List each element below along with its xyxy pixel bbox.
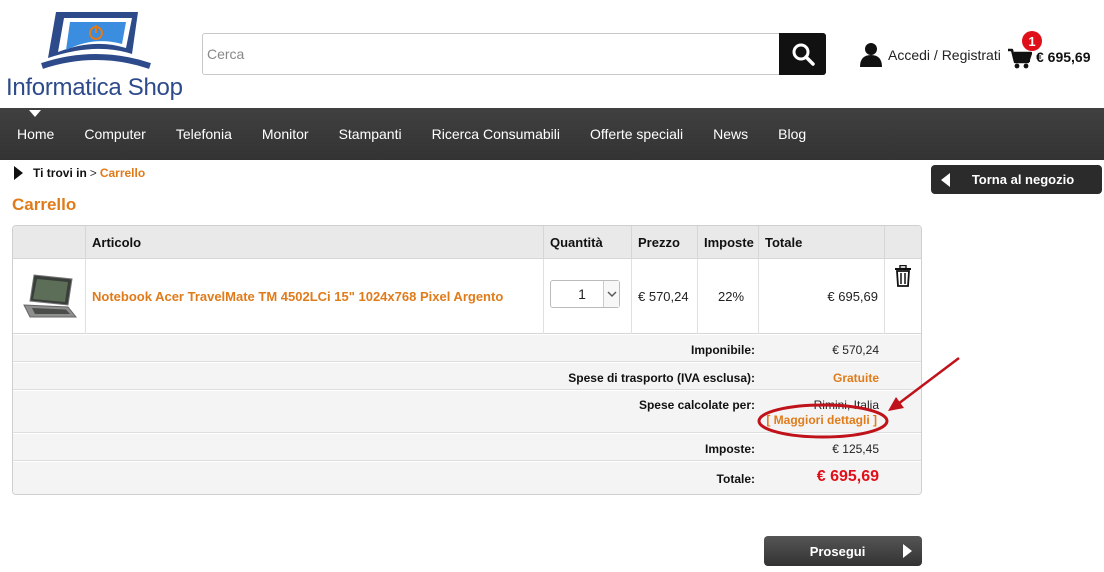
cart-table: Articolo Quantità Prezzo Imposte Totale … (12, 225, 922, 495)
user-icon (860, 43, 882, 67)
laptop-thumbnail (23, 273, 78, 317)
main-navigation: Home Computer Telefonia Monitor Stampant… (0, 108, 1104, 160)
header-thumb (13, 226, 86, 259)
taxable-label: Imponibile: (691, 343, 755, 357)
nav-item-blog[interactable]: Blog (763, 126, 821, 142)
proceed-label: Prosegui (809, 543, 866, 559)
breadcrumb: Ti trovi in > Carrello (14, 166, 145, 180)
summary-calc-row: Spese calcolate per: Rimini, Italia [ Ma… (13, 391, 921, 433)
quantity-cell: 1 (544, 259, 632, 334)
header-total: Totale (759, 226, 885, 259)
login-register-link[interactable]: Accedi / Registrati (860, 42, 1001, 68)
breadcrumb-separator: > (89, 166, 97, 180)
trash-icon (895, 265, 911, 287)
computer-logo-icon (41, 12, 151, 69)
arrow-right-icon (903, 544, 912, 558)
nav-item-telefonia[interactable]: Telefonia (161, 126, 247, 142)
header-quantity: Quantità (544, 226, 632, 259)
nav-item-home[interactable]: Home (2, 126, 69, 142)
cart-count-badge: 1 (1022, 31, 1042, 51)
nav-item-computer[interactable]: Computer (69, 126, 160, 142)
site-header: Informatica Shop Accedi / Registrati 1 €… (0, 0, 1104, 108)
nav-item-ricerca-consumabili[interactable]: Ricerca Consumabili (417, 126, 575, 142)
header-price: Prezzo (632, 226, 698, 259)
shipping-label: Spese di trasporto (IVA esclusa): (568, 371, 755, 385)
header-actions (885, 226, 921, 259)
header-article: Articolo (86, 226, 544, 259)
calc-location: Rimini, Italia (813, 398, 879, 412)
back-to-shop-label: Torna al negozio (971, 172, 1075, 187)
chevron-down-icon (603, 281, 619, 307)
header-tax: Imposte (698, 226, 759, 259)
arrow-left-icon (941, 172, 950, 187)
nav-item-news[interactable]: News (698, 126, 763, 142)
summary-taxes-row: Imposte: € 125,45 (13, 434, 921, 461)
delete-item-button[interactable] (885, 259, 921, 334)
summary-total-row: Totale: € 695,69 (13, 462, 921, 494)
taxable-value: € 570,24 (832, 343, 879, 357)
more-details-link[interactable]: [ Maggiori dettagli ] (766, 413, 877, 427)
back-to-shop-button[interactable]: Torna al negozio (931, 165, 1102, 194)
cart-icon (1008, 48, 1032, 69)
search-bar (202, 33, 826, 75)
search-button[interactable] (779, 33, 826, 75)
nav-item-offerte-speciali[interactable]: Offerte speciali (575, 126, 698, 142)
total-label: Totale: (716, 472, 755, 486)
nav-item-monitor[interactable]: Monitor (247, 126, 324, 142)
total-cell: € 695,69 (759, 259, 885, 334)
taxes-value: € 125,45 (832, 442, 879, 456)
table-row: Notebook Acer TravelMate TM 4502LCi 15" … (13, 259, 921, 334)
cart-total: € 695,69 (1036, 49, 1091, 65)
breadcrumb-current[interactable]: Carrello (100, 166, 145, 180)
proceed-button[interactable]: Prosegui (764, 536, 922, 566)
quantity-select[interactable]: 1 (550, 280, 620, 308)
summary-taxable-row: Imponibile: € 570,24 (13, 335, 921, 362)
breadcrumb-label: Ti trovi in (33, 166, 87, 180)
tax-cell: 22% (698, 259, 759, 334)
product-thumbnail[interactable] (13, 259, 86, 334)
quantity-value: 1 (578, 286, 586, 302)
page-title: Carrello (12, 195, 77, 214)
total-value: € 695,69 (816, 468, 879, 485)
search-icon (792, 43, 815, 66)
site-logo-text: Informatica Shop (6, 74, 183, 101)
shipping-value: Gratuite (832, 371, 879, 385)
nav-item-stampanti[interactable]: Stampanti (324, 126, 417, 142)
login-register-label: Accedi / Registrati (888, 47, 1001, 63)
search-input[interactable] (203, 34, 779, 74)
product-name-cell: Notebook Acer TravelMate TM 4502LCi 15" … (86, 259, 544, 334)
cart-button[interactable]: 1 € 695,69 (1008, 31, 1091, 74)
cart-table-header: Articolo Quantità Prezzo Imposte Totale (13, 226, 921, 259)
product-name-link[interactable]: Notebook Acer TravelMate TM 4502LCi 15" … (86, 289, 503, 304)
price-cell: € 570,24 (632, 259, 698, 334)
site-logo[interactable]: Informatica Shop (6, 8, 196, 103)
breadcrumb-arrow-icon (14, 166, 23, 180)
summary-shipping-row: Spese di trasporto (IVA esclusa): Gratui… (13, 363, 921, 390)
taxes-label: Imposte: (704, 442, 755, 456)
calc-label: Spese calcolate per: (638, 398, 755, 412)
